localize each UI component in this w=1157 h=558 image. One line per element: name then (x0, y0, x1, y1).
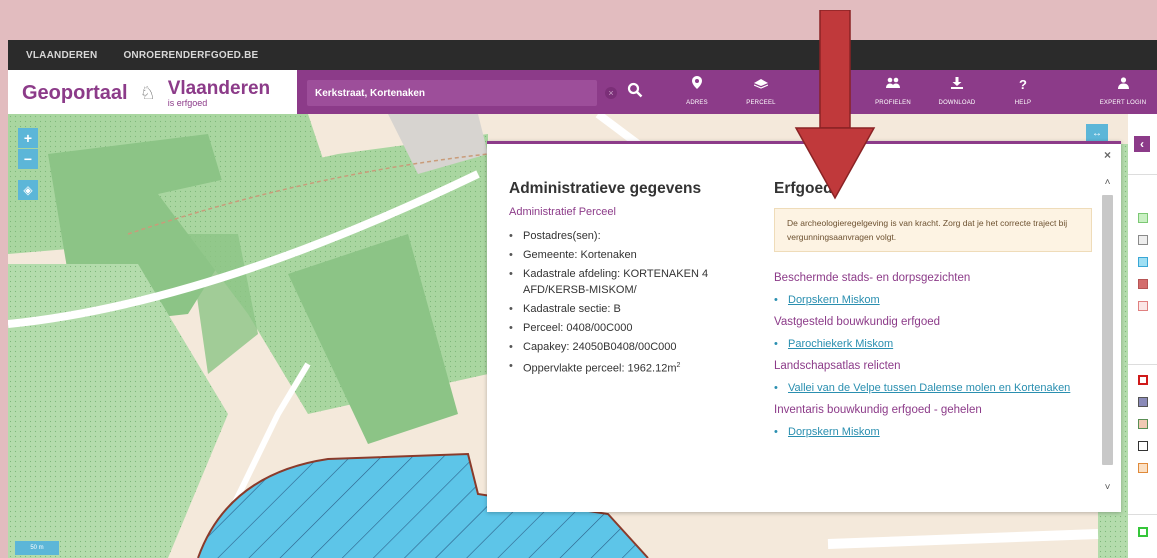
nav-perceel[interactable]: PERCEEL (731, 76, 791, 106)
download-icon (927, 76, 987, 94)
legend-swatch[interactable] (1138, 397, 1148, 407)
admin-item: Postadres(sen): (509, 228, 749, 244)
layer-panel: ‹ (1128, 114, 1157, 558)
nav-bar: Kerkstraat, Kortenaken × ADRES PERCEEL P… (297, 70, 1157, 114)
area-unit: 2 (676, 362, 681, 369)
legend-swatch[interactable] (1138, 441, 1148, 451)
admin-title: Administratieve gegevens (509, 180, 702, 197)
brand-vlaanderen-text: Vlaanderen (167, 78, 271, 99)
scroll-up-icon[interactable]: ˄ (1100, 177, 1115, 188)
legend-swatch[interactable] (1138, 527, 1148, 537)
admin-item: Perceel: 0408/00C000 (509, 320, 749, 336)
annotation-arrow-icon (794, 10, 876, 200)
legend-swatch[interactable] (1138, 257, 1148, 267)
brand-tagline: is erfgoed (167, 98, 208, 108)
zoom-in-button[interactable]: + (18, 128, 38, 148)
scroll-down-icon[interactable]: ˅ (1100, 482, 1115, 493)
zoom-control: + − (18, 128, 38, 170)
admin-item: Kadastrale sectie: B (509, 301, 749, 317)
admin-item: Kadastrale afdeling: KORTENAKEN 4 AFD/KE… (509, 266, 749, 298)
admin-item-area: Oppervlakte perceel: 1962.12m2 (509, 358, 749, 377)
map-pin-icon (667, 76, 727, 94)
brand-logo[interactable]: Geoportaal ♘ Vlaanderen is erfgoed (22, 79, 270, 108)
brand-geoportaal: Geoportaal (22, 82, 128, 104)
question-icon: ? (1019, 77, 1027, 92)
nav-download-label: DOWNLOAD (938, 100, 976, 106)
nav-expert-login-label: EXPERT LOGIN (1099, 100, 1147, 106)
archeology-notice: De archeologieregelgeving is van kracht.… (774, 208, 1092, 252)
heritage-link[interactable]: Parochiekerk Miskom (774, 336, 1092, 352)
category-label: Vastgesteld bouwkundig erfgoed (774, 316, 941, 328)
admin-section: Administratieve gegevens Administratief … (509, 180, 749, 380)
nav-perceel-label: PERCEEL (746, 100, 776, 106)
collapse-panel-icon[interactable]: ‹ (1134, 136, 1150, 152)
nav-download[interactable]: DOWNLOAD (927, 76, 987, 106)
lion-icon: ♘ (139, 83, 156, 103)
admin-list: Postadres(sen): Gemeente: Kortenaken Kad… (509, 228, 749, 377)
admin-item: Gemeente: Kortenaken (509, 247, 749, 263)
topbar-link-onroerenderfgoed[interactable]: ONROERENDERFGOED.BE (123, 50, 258, 61)
heritage-link[interactable]: Vallei van de Velpe tussen Dalemse molen… (774, 380, 1092, 396)
locate-icon[interactable]: ◈ (18, 180, 38, 200)
scroll-thumb[interactable] (1102, 195, 1113, 465)
topbar-link-vlaanderen[interactable]: VLAANDEREN (26, 50, 97, 61)
search-input[interactable]: Kerkstraat, Kortenaken (307, 80, 597, 106)
search-icon[interactable] (627, 82, 643, 103)
category-label: Beschermde stads- en dorpsgezichten (774, 272, 971, 284)
legend-swatch[interactable] (1138, 463, 1148, 473)
brand-vlaanderen: Vlaanderen is erfgoed (168, 79, 270, 108)
nav-adres[interactable]: ADRES (667, 76, 727, 106)
heritage-link[interactable]: Dorpskern Miskom (774, 292, 1092, 308)
legend-swatch[interactable] (1138, 235, 1148, 245)
erfgoed-section: Erfgoed De archeologieregelgeving is van… (774, 180, 1092, 440)
zoom-out-button[interactable]: − (18, 149, 38, 169)
heritage-link[interactable]: Dorpskern Miskom (774, 424, 1092, 440)
nav-adres-label: ADRES (686, 100, 708, 106)
nav-expert-login[interactable]: EXPERT LOGIN (1093, 76, 1153, 106)
app-header: Geoportaal ♘ Vlaanderen is erfgoed Kerks… (8, 70, 1157, 114)
clear-search-icon[interactable]: × (605, 87, 617, 99)
popup-scrollbar[interactable]: ˄ ˅ (1100, 177, 1115, 493)
top-bar: VLAANDEREN ONROERENDERFGOED.BE (8, 40, 1157, 70)
user-icon (1093, 76, 1153, 94)
divider (1128, 174, 1157, 175)
category-label: Landschapsatlas relicten (774, 360, 901, 372)
nav-help[interactable]: ? HELP (993, 76, 1053, 106)
parcel-icon (731, 76, 791, 94)
divider (1128, 364, 1157, 365)
category-label: Inventaris bouwkundig erfgoed - gehelen (774, 404, 982, 416)
admin-item: Capakey: 24050B0408/00C000 (509, 339, 749, 355)
legend-swatch[interactable] (1138, 301, 1148, 311)
legend-swatch[interactable] (1138, 419, 1148, 429)
area-text: Oppervlakte perceel: 1962.12m (523, 362, 677, 375)
scale-bar: 50 m (15, 541, 59, 555)
admin-subtitle: Administratief Perceel (509, 206, 616, 218)
nav-help-label: HELP (1014, 100, 1032, 106)
legend-swatch[interactable] (1138, 213, 1148, 223)
legend-swatch[interactable] (1138, 375, 1148, 385)
divider (1128, 514, 1157, 515)
legend-swatch[interactable] (1138, 279, 1148, 289)
close-icon[interactable]: × (1104, 148, 1111, 162)
